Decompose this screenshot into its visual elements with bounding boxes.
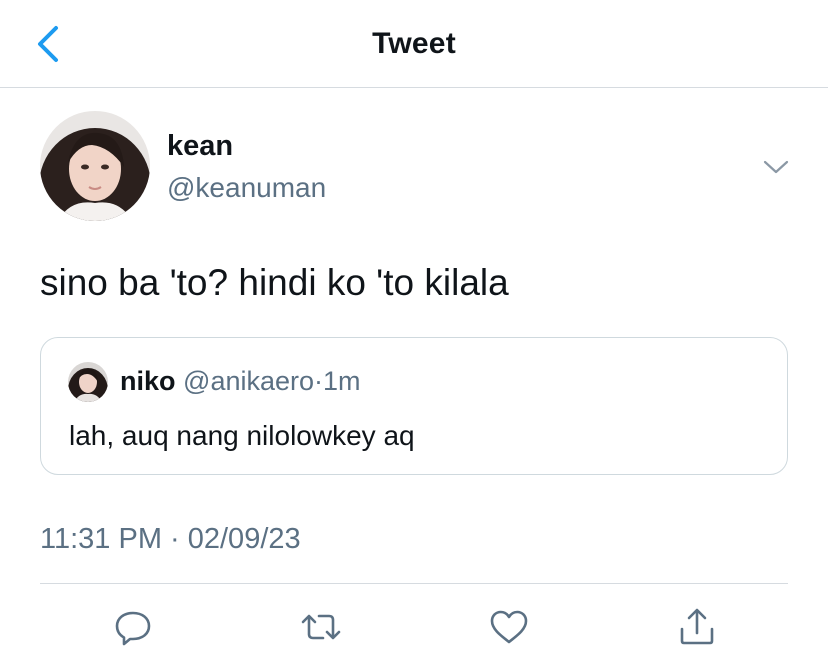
reply-icon [115, 611, 151, 646]
quoted-author-handle: @anikaero [183, 366, 315, 396]
quoted-header: niko @anikaero·1m [120, 366, 361, 397]
author-handle[interactable]: @keanuman [167, 172, 326, 204]
quoted-tweet[interactable]: niko @anikaero·1m lah, auq nang nilolowk… [40, 337, 788, 475]
tweet-text: sino ba 'to? hindi ko 'to kilala [40, 262, 509, 303]
quoted-text: lah, auq nang nilolowkey aq [69, 420, 415, 451]
top-bar: Tweet [0, 0, 828, 88]
chevron-down-icon [763, 160, 789, 174]
retweet-button[interactable] [299, 605, 343, 649]
divider [40, 583, 788, 584]
retweet-icon [301, 614, 341, 640]
quoted-avatar[interactable] [68, 362, 108, 402]
quoted-time: 1m [323, 366, 361, 396]
share-button[interactable] [675, 605, 719, 649]
reply-button[interactable] [111, 605, 155, 649]
quoted-author-name: niko [120, 366, 176, 396]
quoted-separator: · [314, 366, 324, 396]
tweet-timestamp: 11:31 PM · 02/09/23 [40, 523, 301, 555]
author-name[interactable]: kean [167, 130, 233, 163]
like-button[interactable] [487, 605, 531, 649]
share-icon [680, 608, 714, 645]
page-title: Tweet [372, 27, 456, 60]
more-options-button[interactable] [756, 152, 796, 182]
avatar[interactable] [40, 111, 150, 221]
like-icon [490, 610, 528, 644]
